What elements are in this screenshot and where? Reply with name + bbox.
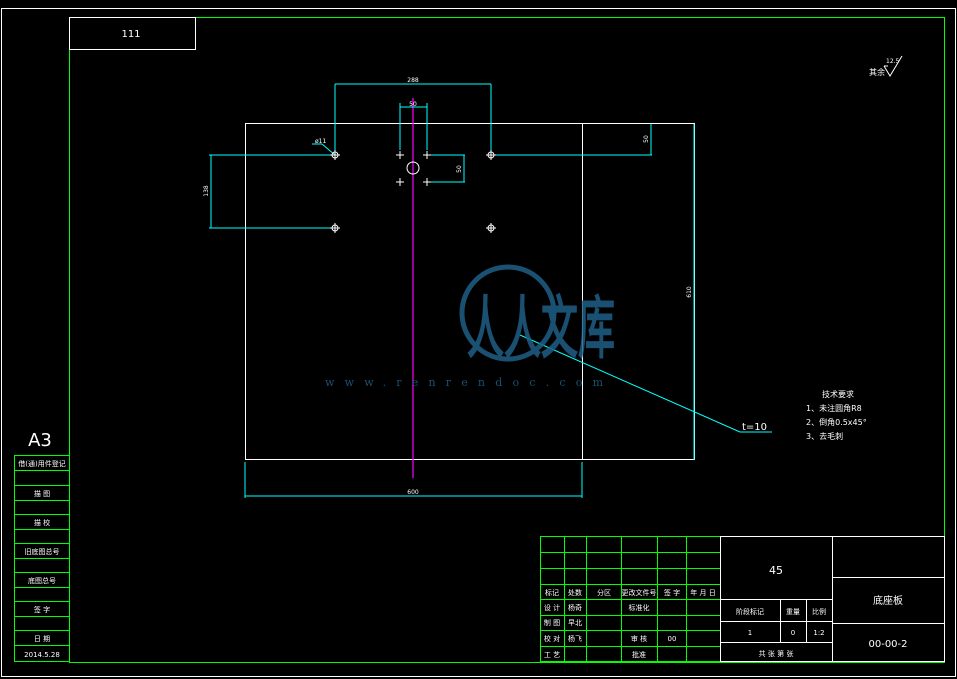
code-box-text: 111	[121, 29, 140, 40]
role-review-value: 00	[668, 635, 677, 643]
material: 45	[769, 564, 783, 577]
stage-value-mark: 1	[748, 629, 752, 637]
tech-requirements: 技术要求 1、未注圆角R8 2、倒角0.5x45° 3、去毛刺	[806, 389, 867, 441]
role-review: 审 核	[631, 634, 647, 643]
rev-header-file: 更改文件号	[622, 588, 657, 597]
hole-bottom-right	[486, 223, 496, 233]
strip-date: 2014.5.28	[24, 651, 60, 659]
drawing-number: 00-00-2	[868, 639, 907, 650]
dim-bottom-width: 600	[407, 489, 419, 496]
rev-header-date: 年 月 日	[690, 588, 715, 597]
dim-right-height: 610	[686, 286, 693, 298]
dim-thickness: t=10	[742, 422, 767, 433]
stage-value-scale: 1:2	[813, 629, 824, 637]
role-standardization: 标准化	[629, 603, 650, 612]
dim-left-vertical: 138	[203, 185, 210, 197]
dim-hole-callout: ø11	[315, 138, 326, 145]
strip-row-0: 借(通)用件登记	[18, 459, 65, 468]
watermark-url: www.renrendoc.com	[325, 376, 607, 389]
tech-item-2: 2、倒角0.5x45°	[806, 417, 867, 427]
strip-row-2: 描 校	[34, 518, 50, 527]
hole-top-right	[486, 150, 496, 160]
role-drawing-name: 早北	[568, 619, 582, 627]
tech-item-3: 3、去毛刺	[806, 431, 843, 441]
left-strip: A3 借(通)用件登记 描 图 描 校 旧底图总号 底图总号 签 字 日 期 2…	[14, 430, 70, 662]
strip-row-5: 签 字	[34, 605, 50, 614]
tech-item-1: 1、未注圆角R8	[806, 403, 862, 413]
strip-row-6: 日 期	[34, 635, 50, 643]
roughness-symbol: 12.5 其余	[869, 55, 903, 77]
role-check-name: 杨飞	[568, 634, 582, 643]
stage-header-scale: 比例	[812, 607, 826, 616]
role-approve: 批准	[632, 650, 646, 659]
role-check: 校 对	[544, 634, 560, 643]
stage-header-weight: 重量	[786, 608, 800, 616]
watermark: 人人文库 www.renrendoc.com	[325, 264, 615, 389]
rev-header-count: 处数	[568, 588, 582, 597]
role-design: 设 计	[544, 603, 560, 612]
dim-small-vertical: 50	[456, 165, 463, 173]
rev-header-sign: 签 字	[664, 588, 680, 597]
roughness-value: 12.5	[886, 58, 900, 65]
dim-top-span: 288	[407, 77, 419, 84]
hole-bottom-left	[330, 223, 340, 233]
roughness-label: 其余	[869, 67, 885, 77]
role-design-name: 杨奇	[568, 603, 582, 612]
watermark-text: 人人文库	[467, 290, 615, 369]
title-block: 标记 处数 分区 更改文件号 签 字 年 月 日 设 计 杨奇 标准化 制 图 …	[540, 536, 945, 662]
role-process: 工 艺	[544, 651, 560, 659]
sheet-info: 共 张 第 张	[759, 649, 794, 658]
strip-row-3: 旧底图总号	[25, 547, 60, 556]
dim-right-top: 50	[643, 135, 650, 143]
strip-row-4: 底图总号	[28, 576, 56, 585]
tech-title: 技术要求	[822, 389, 854, 399]
part-name: 底座板	[873, 594, 903, 607]
stage-header-mark: 阶段标记	[736, 607, 764, 616]
cad-drawing: 111 12.5 其余 288 50 50 50 138 ø11 610 600…	[1, 8, 956, 677]
paper-size: A3	[28, 430, 52, 451]
strip-row-1: 描 图	[34, 489, 50, 498]
stage-value-weight: 0	[791, 629, 795, 637]
rev-header-zone: 分区	[597, 588, 611, 597]
dim-center-width: 50	[409, 101, 417, 108]
rev-header-mark: 标记	[545, 588, 559, 597]
role-drawing: 制 图	[544, 618, 560, 627]
